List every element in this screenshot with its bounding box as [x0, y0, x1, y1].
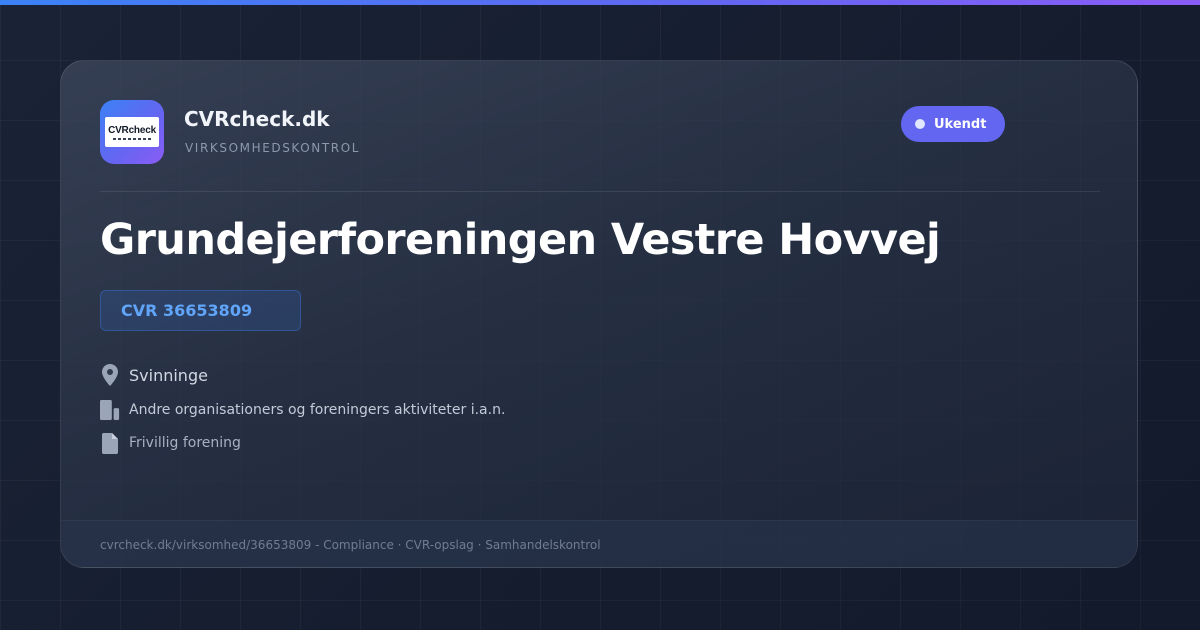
brand-logo: CVRcheck	[100, 100, 164, 164]
status-label: Ukendt	[934, 116, 987, 132]
document-icon	[100, 431, 120, 455]
cvr-badge: CVR 36653809	[100, 290, 301, 331]
top-accent-bar	[0, 0, 1200, 5]
building-icon	[100, 398, 120, 422]
brand-logo-plate: CVRcheck	[105, 117, 159, 147]
company-card: CVRcheck CVRcheck.dk VIRKSOMHEDSKONTROL …	[60, 60, 1138, 568]
company-name: Grundejerforeningen Vestre Hovvej	[100, 215, 941, 265]
brand-name: CVRcheck.dk	[184, 107, 330, 131]
footer-bar: cvrcheck.dk/virksomhed/36653809 - Compli…	[61, 520, 1137, 567]
legal-form-text: Frivillig forening	[129, 435, 241, 451]
brand-logo-underline	[113, 137, 151, 140]
status-badge: Ukendt	[901, 106, 1006, 142]
header-divider	[100, 191, 1100, 192]
map-pin-icon	[100, 363, 120, 387]
brand-logo-text: CVRcheck	[108, 124, 156, 136]
brand-tagline: VIRKSOMHEDSKONTROL	[185, 141, 361, 155]
industry-text: Andre organisationers og foreningers akt…	[129, 402, 506, 418]
legal-form-row: Frivillig forening	[100, 431, 241, 455]
status-dot-icon	[915, 119, 925, 129]
footer-text: cvrcheck.dk/virksomhed/36653809 - Compli…	[100, 538, 601, 552]
location-text: Svinninge	[129, 365, 208, 385]
cvr-number: CVR 36653809	[121, 301, 253, 320]
industry-row: Andre organisationers og foreningers akt…	[100, 398, 505, 422]
location-row: Svinninge	[100, 363, 208, 387]
